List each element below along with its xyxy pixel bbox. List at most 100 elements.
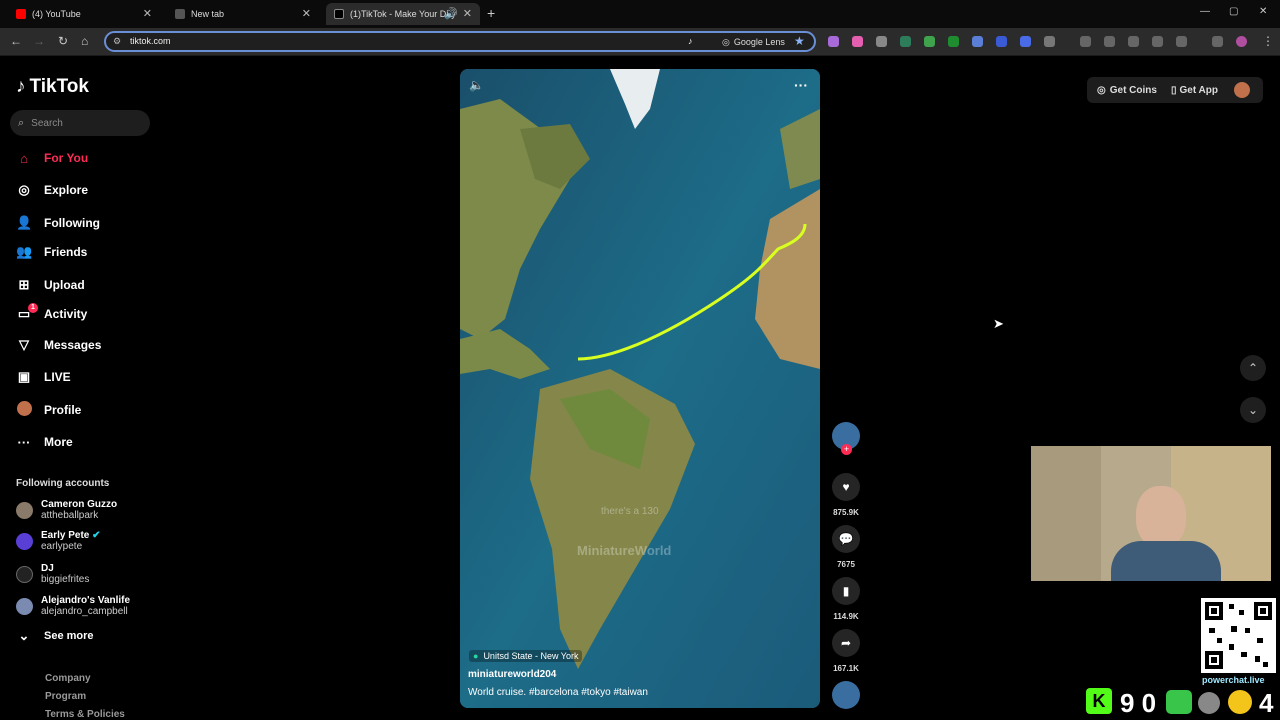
google-lens-button[interactable]: ◎ Google Lens — [716, 35, 791, 49]
get-coins-button[interactable]: Get Coins — [1110, 85, 1157, 96]
tab-title: (1)TikTok - Make Your Day — [350, 9, 456, 19]
see-more-button[interactable]: ⌄ See more — [16, 625, 94, 647]
extension-icon[interactable] — [996, 36, 1007, 47]
creator-avatar[interactable]: + — [832, 422, 860, 455]
puzzle-icon[interactable] — [1044, 36, 1055, 47]
search-input[interactable]: ⌕ Search — [10, 110, 150, 136]
messages-icon: ▽ — [19, 337, 29, 352]
new-tab-button[interactable]: + — [487, 5, 495, 21]
back-icon[interactable]: ← — [10, 34, 22, 48]
music-disc-icon[interactable] — [832, 681, 860, 709]
sidepanel-icon[interactable] — [1152, 36, 1163, 47]
speaker-icon[interactable]: 🔊 — [444, 7, 458, 20]
nav-live[interactable]: ▣ LIVE — [16, 366, 71, 388]
volume-icon[interactable]: 🔈 — [469, 78, 484, 92]
verified-icon: ✔ — [92, 530, 101, 541]
extension-icon[interactable] — [876, 36, 887, 47]
extension-icon[interactable] — [828, 36, 839, 47]
footer-link[interactable]: Terms & Policies — [45, 709, 125, 720]
video-caption: World cruise. #barcelona #tokyo #taiwan — [468, 687, 648, 698]
footer-link[interactable]: Program — [45, 691, 86, 702]
share-button[interactable]: ➦ — [832, 629, 860, 657]
tab-tiktok[interactable]: (1)TikTok - Make Your Day 🔊 ✕ — [326, 3, 480, 25]
nav-for-you[interactable]: ⌂ For You — [16, 147, 88, 169]
activity-icon: ▭ 1 — [16, 303, 38, 322]
extension-icon[interactable] — [1176, 36, 1187, 47]
more-options-icon[interactable]: ··· — [794, 77, 808, 93]
account-item[interactable]: Early Pete ✔ earlypete — [16, 530, 101, 552]
get-app-button[interactable]: Get App — [1179, 85, 1218, 96]
close-icon[interactable]: ✕ — [302, 7, 311, 20]
next-video-button[interactable]: ⌄ — [1240, 397, 1266, 423]
close-icon[interactable]: ✕ — [143, 7, 152, 20]
location-tag[interactable]: ● Unitsd State - New York — [469, 650, 583, 662]
map-video-frame — [460, 69, 820, 708]
account-name: Alejandro's Vanlife — [41, 595, 131, 606]
extension-icon[interactable] — [852, 36, 863, 47]
extension-icon[interactable] — [900, 36, 911, 47]
extension-icon[interactable] — [1020, 36, 1031, 47]
extension-icon[interactable] — [948, 36, 959, 47]
account-handle: earlypete — [41, 541, 83, 552]
top-right-actions: ◎ Get Coins ▯ Get App — [1087, 77, 1263, 103]
close-window-icon[interactable]: ✕ — [1259, 6, 1267, 17]
sticker-icon — [1198, 692, 1220, 714]
home-icon: ⌂ — [20, 150, 28, 166]
save-button[interactable]: ▮ — [832, 577, 860, 605]
comment-button[interactable]: 💬 — [832, 525, 860, 553]
avatar[interactable] — [1234, 82, 1250, 98]
avatar — [16, 532, 33, 550]
reload-icon[interactable]: ↻ — [58, 34, 68, 48]
nav-activity[interactable]: ▭ 1 Activity — [16, 303, 87, 325]
tiktok-logo[interactable]: ♪ TikTok — [16, 76, 89, 98]
nav-following[interactable]: 👤 Following — [16, 212, 100, 234]
friends-icon: 👥 — [16, 244, 33, 259]
nav-messages[interactable]: ▽ Messages — [16, 334, 101, 356]
home-icon[interactable]: ⌂ — [81, 34, 88, 48]
nav-profile[interactable]: Profile — [16, 399, 81, 421]
tab-youtube[interactable]: (4) YouTube ✕ — [8, 3, 160, 25]
account-item[interactable]: Cameron Guzzo attheballpark — [16, 499, 117, 521]
extension-icon[interactable] — [972, 36, 983, 47]
account-item[interactable]: Alejandro's Vanlife alejandro_campbell — [16, 595, 130, 617]
play-icon — [1166, 690, 1192, 714]
video-player[interactable]: 🔈 ··· there's a 130 MiniatureWorld ● Uni… — [460, 69, 820, 708]
avatar — [16, 597, 33, 615]
footer-link[interactable]: Company — [45, 673, 91, 684]
media-icon[interactable] — [1212, 36, 1223, 47]
close-icon[interactable]: ✕ — [463, 7, 472, 20]
avatar — [16, 501, 33, 519]
devtools-icon[interactable] — [1128, 36, 1139, 47]
previous-video-button[interactable]: ⌃ — [1240, 355, 1266, 381]
tab-title: New tab — [191, 9, 225, 19]
menu-dots-icon[interactable]: ⋮ — [1262, 34, 1274, 48]
tab-new[interactable]: New tab ✕ — [167, 3, 319, 25]
maximize-icon[interactable]: ▢ — [1229, 6, 1238, 17]
following-accounts-title: Following accounts — [16, 478, 110, 489]
nav-label: Upload — [44, 278, 85, 292]
minimize-icon[interactable]: — — [1200, 6, 1210, 17]
video-author[interactable]: miniatureworld204 — [468, 669, 556, 680]
tiktok-note-icon: ♪ — [16, 76, 26, 97]
nav-more[interactable]: ··· More — [16, 431, 73, 453]
account-item[interactable]: DJ biggiefrites — [16, 563, 89, 585]
profile-avatar[interactable] — [1236, 36, 1247, 47]
extension-icon[interactable] — [1104, 36, 1115, 47]
account-name: Cameron Guzzo — [41, 499, 118, 510]
extension-icon[interactable] — [924, 36, 935, 47]
history-icon[interactable] — [1080, 36, 1091, 47]
follow-plus-icon[interactable]: + — [841, 444, 852, 455]
nav-explore[interactable]: ◎ Explore — [16, 179, 88, 201]
nav-friends[interactable]: 👥 Friends — [16, 241, 87, 263]
address-bar[interactable]: ⚙ tiktok.com ♪ ◎ Google Lens ★ — [104, 31, 816, 52]
profile-avatar — [16, 401, 32, 419]
like-button[interactable]: ♥ — [832, 473, 860, 501]
bookmark-star-icon[interactable]: ★ — [794, 34, 805, 48]
nav-upload[interactable]: ⊞ Upload — [16, 274, 85, 296]
share-icon: ➦ — [840, 636, 852, 650]
site-info-icon[interactable]: ⚙ — [113, 36, 121, 47]
forward-icon[interactable]: → — [33, 34, 45, 48]
nav-label: Messages — [44, 338, 102, 352]
url-text[interactable]: tiktok.com — [130, 36, 171, 46]
tiktok-icon[interactable]: ♪ — [688, 36, 693, 46]
